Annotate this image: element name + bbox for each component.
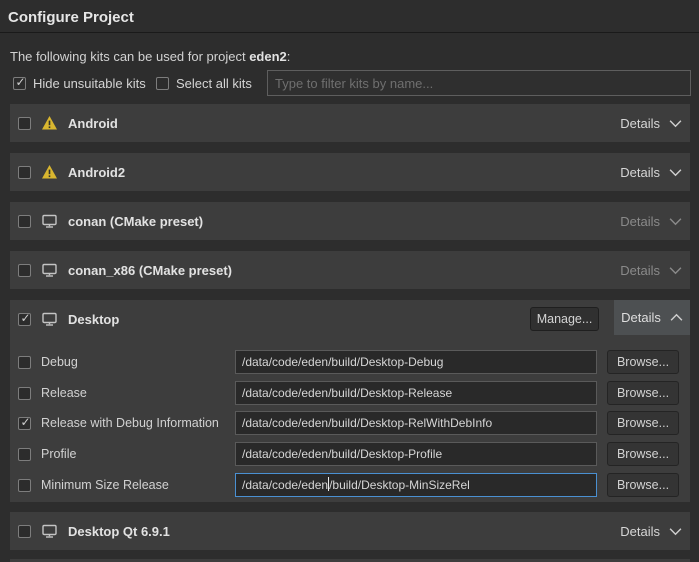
config-label: Minimum Size Release [41, 478, 169, 492]
desktop-monitor-icon [41, 262, 58, 278]
kit-android-checkbox[interactable] [18, 117, 31, 130]
checkmark-icon: ✓ [19, 312, 32, 325]
path-before-cursor: /data/code/eden [242, 478, 328, 492]
build-config-row-minsizerel: Minimum Size Release /data/code/eden/bui… [18, 473, 679, 497]
details-button: Details [620, 251, 682, 289]
select-all-kits-checkbox[interactable] [156, 77, 169, 90]
desktop-monitor-icon [41, 213, 58, 229]
kit-conan-checkbox[interactable] [18, 215, 31, 228]
config-label: Profile [41, 447, 76, 461]
kit-row-conan-x86[interactable]: conan_x86 (CMake preset) Details [10, 251, 690, 289]
browse-label: Browse... [617, 416, 669, 430]
details-label: Details [620, 524, 660, 539]
browse-button[interactable]: Browse... [607, 411, 679, 435]
manage-label: Manage... [537, 312, 593, 326]
config-debug-path-input[interactable] [235, 350, 597, 374]
title-separator [0, 32, 699, 33]
browse-button[interactable]: Browse... [607, 350, 679, 374]
browse-label: Browse... [617, 355, 669, 369]
browse-label: Browse... [617, 447, 669, 461]
config-minsizerel-path-input[interactable]: /data/code/eden/build/Desktop-MinSizeRel [235, 473, 597, 497]
hide-unsuitable-kits-checkbox[interactable]: ✓ [13, 77, 26, 90]
configure-project-panel: Configure Project The following kits can… [0, 0, 699, 562]
intro-text: The following kits can be used for proje… [10, 49, 290, 64]
hide-unsuitable-kits-checkbox-row[interactable]: ✓ Hide unsuitable kits [13, 76, 146, 91]
chevron-down-icon [669, 527, 682, 536]
kit-row-conan[interactable]: conan (CMake preset) Details [10, 202, 690, 240]
config-label: Release [41, 386, 87, 400]
intro-before: The following kits can be used for proje… [10, 49, 249, 64]
config-relwithdebinfo-path-input[interactable] [235, 411, 597, 435]
kit-desktop-qt-691-checkbox[interactable] [18, 525, 31, 538]
details-button[interactable]: Details [620, 512, 682, 550]
kit-row-desktop-qt-691[interactable]: Desktop Qt 6.9.1 Details [10, 512, 690, 550]
chevron-down-icon [669, 266, 682, 275]
browse-button[interactable]: Browse... [607, 473, 679, 497]
config-label: Release with Debug Information [41, 416, 219, 430]
chevron-up-icon [670, 313, 683, 322]
config-release-checkbox[interactable] [18, 387, 31, 400]
kit-conan-x86-checkbox[interactable] [18, 264, 31, 277]
project-name: eden2 [249, 49, 287, 64]
build-config-row-relwithdebinfo: ✓ Release with Debug Information Browse.… [18, 411, 679, 435]
details-label: Details [620, 214, 660, 229]
kit-row-desktop[interactable]: ✓ Desktop [18, 300, 119, 338]
config-relwithdebinfo-checkbox[interactable]: ✓ [18, 417, 31, 430]
details-button[interactable]: Details [620, 104, 682, 142]
browse-label: Browse... [617, 386, 669, 400]
chevron-down-icon [669, 217, 682, 226]
checkmark-icon: ✓ [14, 76, 27, 89]
chevron-down-icon [669, 119, 682, 128]
kit-android2-checkbox[interactable] [18, 166, 31, 179]
checkmark-icon: ✓ [19, 416, 32, 429]
kit-row-android2[interactable]: Android2 Details [10, 153, 690, 191]
hide-unsuitable-kits-label: Hide unsuitable kits [33, 76, 146, 91]
kit-name: Android [68, 116, 118, 131]
kit-filter-input[interactable] [267, 70, 691, 96]
config-label: Debug [41, 355, 78, 369]
browse-button[interactable]: Browse... [607, 442, 679, 466]
config-profile-path-input[interactable] [235, 442, 597, 466]
select-all-kits-label: Select all kits [176, 76, 252, 91]
build-config-row-debug: Debug Browse... [18, 350, 679, 374]
desktop-monitor-icon [41, 311, 58, 327]
kit-name: conan (CMake preset) [68, 214, 203, 229]
browse-button[interactable]: Browse... [607, 381, 679, 405]
chevron-down-icon [669, 168, 682, 177]
page-title: Configure Project [8, 9, 134, 26]
warning-icon [41, 115, 58, 131]
details-button: Details [620, 202, 682, 240]
kit-name: Desktop Qt 6.9.1 [68, 524, 170, 539]
kit-name: conan_x86 (CMake preset) [68, 263, 232, 278]
path-after-cursor: /build/Desktop-MinSizeRel [329, 478, 470, 492]
details-button[interactable]: Details [620, 153, 682, 191]
details-button-expanded[interactable]: Details [614, 300, 690, 335]
config-release-path-input[interactable] [235, 381, 597, 405]
config-debug-checkbox[interactable] [18, 356, 31, 369]
build-config-row-profile: Profile Browse... [18, 442, 679, 466]
warning-icon [41, 164, 58, 180]
kit-name: Android2 [68, 165, 125, 180]
config-minsizerel-checkbox[interactable] [18, 479, 31, 492]
select-all-kits-checkbox-row[interactable]: Select all kits [156, 76, 252, 91]
manage-kits-button[interactable]: Manage... [530, 307, 599, 331]
details-label: Details [620, 116, 660, 131]
browse-label: Browse... [617, 478, 669, 492]
details-label: Details [620, 165, 660, 180]
intro-after: : [287, 49, 291, 64]
details-label: Details [621, 310, 661, 325]
kit-row-android[interactable]: Android Details [10, 104, 690, 142]
desktop-monitor-icon [41, 523, 58, 539]
kit-desktop-checkbox[interactable]: ✓ [18, 313, 31, 326]
kit-section-desktop: ✓ Desktop Manage... Details Debug Browse… [10, 300, 690, 502]
details-label: Details [620, 263, 660, 278]
kit-name: Desktop [68, 312, 119, 327]
build-config-row-release: Release Browse... [18, 381, 679, 405]
config-profile-checkbox[interactable] [18, 448, 31, 461]
